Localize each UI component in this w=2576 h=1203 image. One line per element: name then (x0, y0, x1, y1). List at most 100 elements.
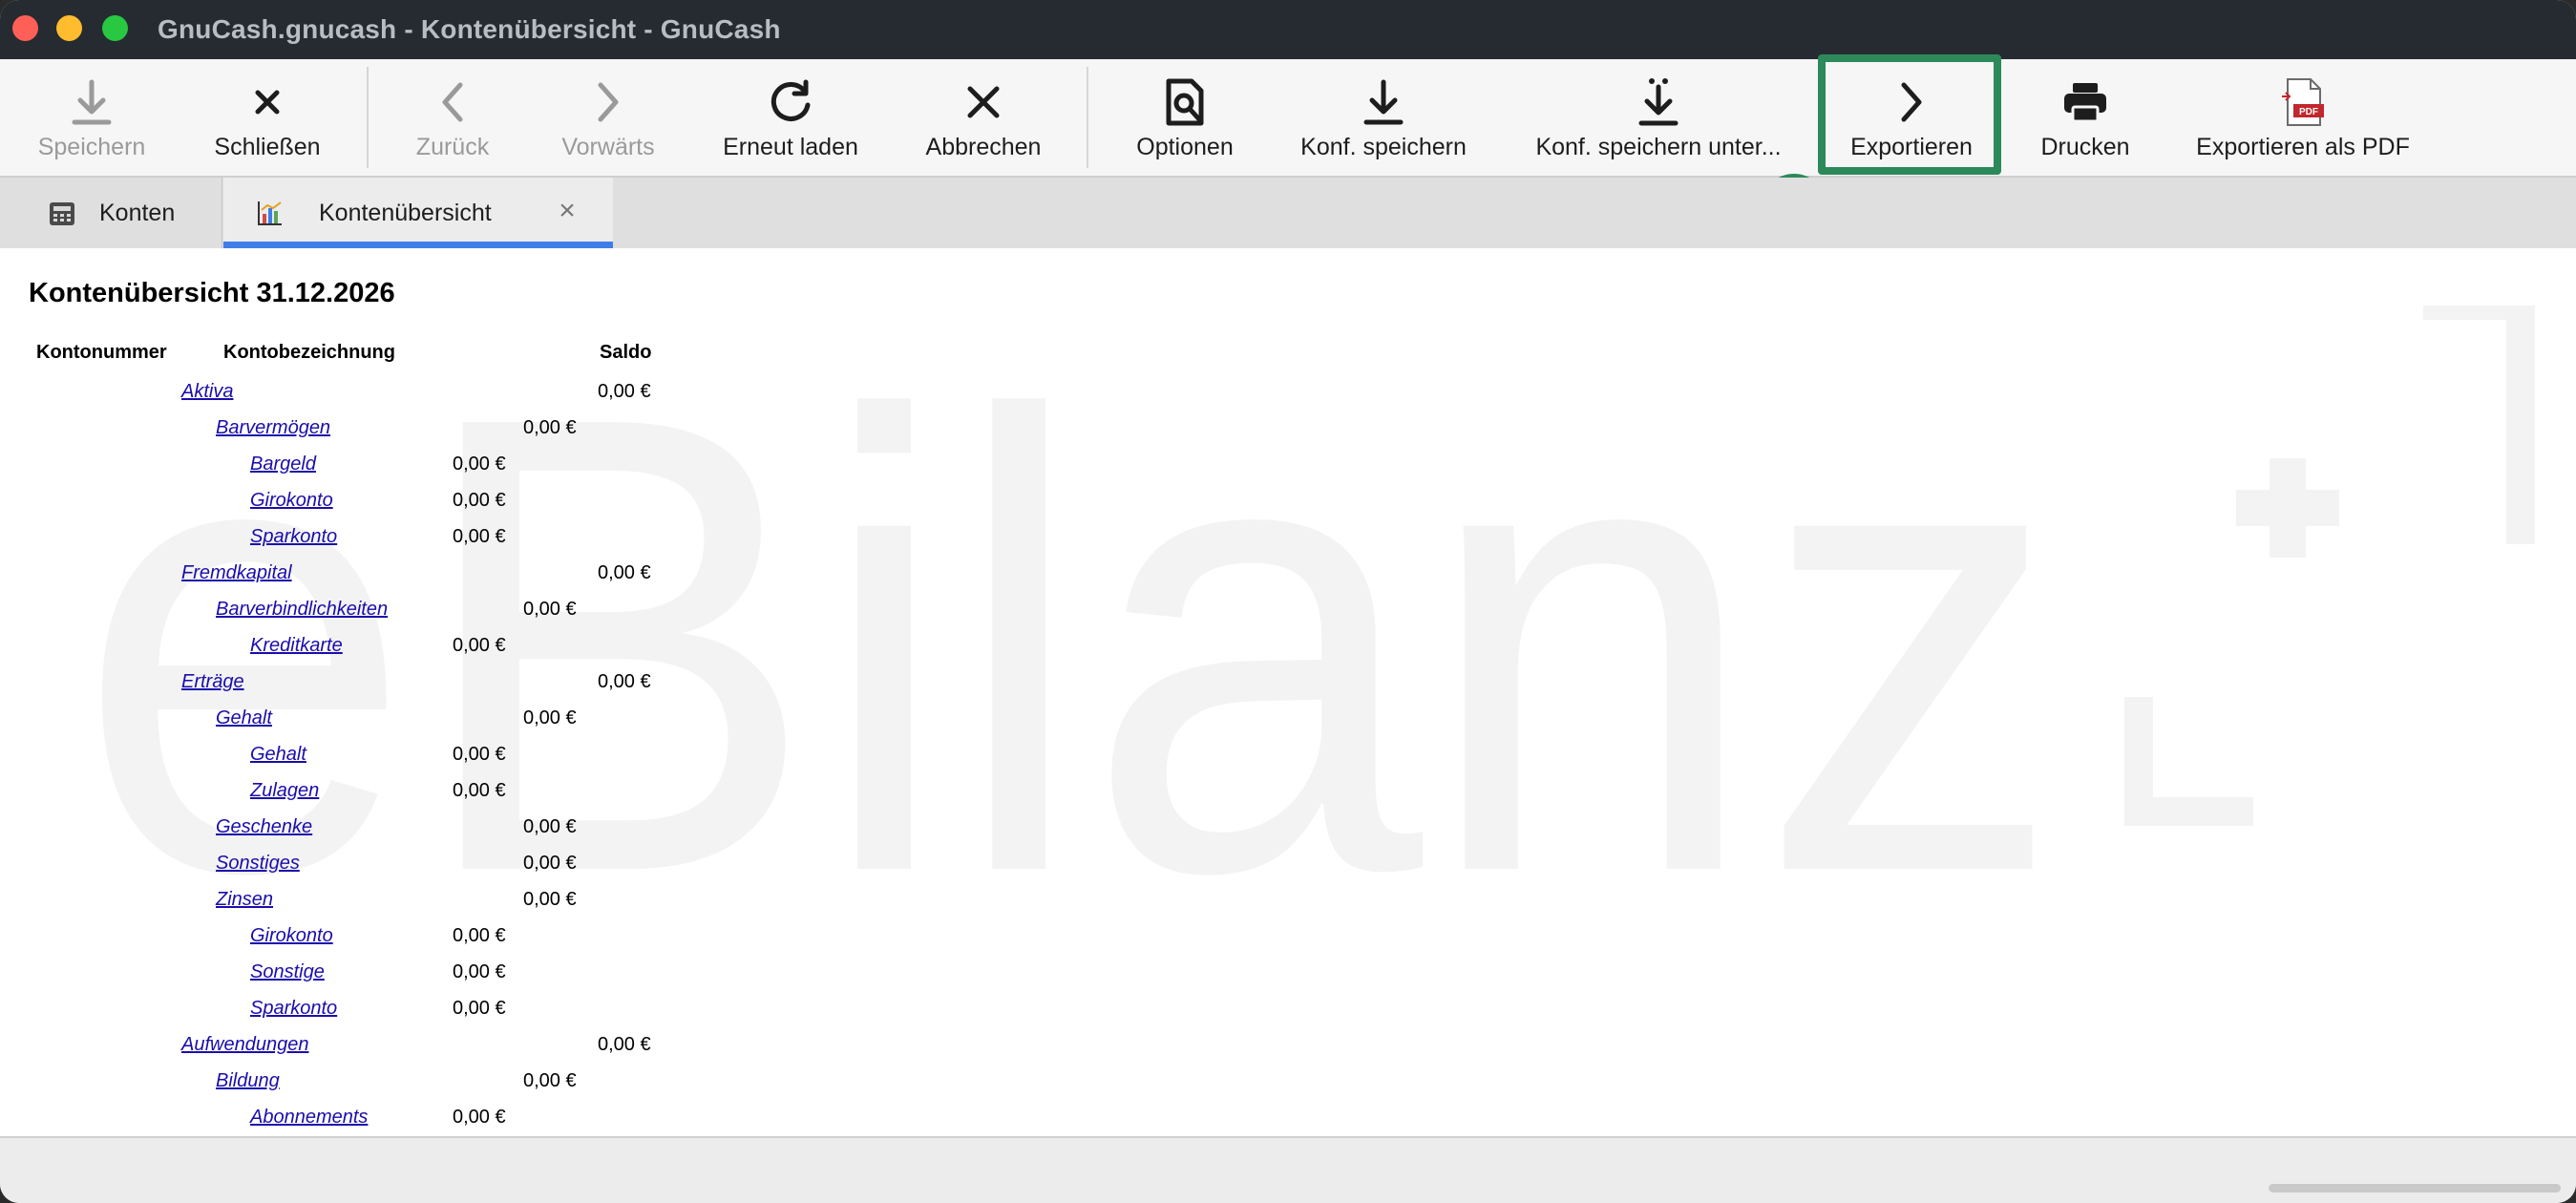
close-icon (239, 73, 296, 132)
tab-account-summary-label: Kontenübersicht (319, 199, 492, 226)
export-highlight-box (1818, 54, 2001, 175)
accounts-icon (48, 199, 76, 227)
save-button[interactable]: Speichern (38, 59, 145, 176)
table-row: Erträge 0,00 € (0, 671, 859, 707)
toolbar: Speichern Schließen Zurück Vorwärts Erne… (0, 59, 2576, 178)
forward-label: Vorwärts (561, 134, 655, 160)
pdf-file-icon: PDF (2274, 73, 2332, 132)
reload-button[interactable]: Erneut laden (720, 59, 861, 176)
minimize-window-button[interactable] (56, 15, 82, 41)
account-balance: 0,00 € (453, 454, 506, 475)
tab-bar: Konten Kontenübersicht × (0, 178, 2576, 248)
status-bar (0, 1136, 2576, 1203)
table-row: Barverbindlichkeiten 0,00 € (0, 599, 859, 635)
account-balance: 0,00 € (453, 961, 506, 982)
export-pdf-label: Exportieren als PDF (2196, 134, 2410, 160)
tab-accounts-label: Konten (99, 199, 176, 226)
account-link[interactable]: Geschenke (216, 816, 312, 838)
export-pdf-button[interactable]: PDF Exportieren als PDF (2196, 59, 2410, 176)
account-link[interactable]: Aufwendungen (181, 1034, 308, 1056)
table-row: Sparkonto 0,00 € (0, 526, 859, 562)
save-config-button[interactable]: Konf. speichern (1299, 59, 1468, 176)
column-header-account-name: Kontobezeichnung (223, 342, 395, 363)
account-link[interactable]: Bargeld (250, 454, 316, 475)
table-row: Aktiva 0,00 € (0, 381, 859, 417)
reload-icon (762, 73, 819, 132)
tab-accounts[interactable]: Konten (0, 178, 222, 248)
save-config-label: Konf. speichern (1300, 134, 1467, 160)
cancel-button[interactable]: Abbrechen (924, 59, 1043, 176)
account-balance: 0,00 € (453, 526, 506, 547)
table-row: Girokonto 0,00 € (0, 925, 859, 961)
account-balance: 0,00 € (523, 707, 577, 728)
cancel-icon (955, 73, 1012, 132)
account-link[interactable]: Aktiva (181, 381, 233, 403)
active-tab-indicator (223, 242, 613, 248)
account-balance: 0,00 € (523, 853, 577, 874)
account-link[interactable]: Barverbindlichkeiten (216, 599, 388, 621)
zoom-window-button[interactable] (102, 15, 128, 41)
tab-account-summary[interactable]: Kontenübersicht × (223, 178, 613, 248)
table-row: Sonstiges 0,00 € (0, 853, 859, 889)
table-row: Fremdkapital 0,00 € (0, 562, 859, 599)
options-button[interactable]: Optionen (1134, 59, 1235, 176)
account-link[interactable]: Kreditkarte (250, 635, 343, 657)
account-balance: 0,00 € (453, 780, 506, 801)
save-config-as-label: Konf. speichern unter... (1535, 134, 1782, 160)
table-row: Abonnements 0,00 € (0, 1107, 859, 1136)
account-link[interactable]: Bildung (216, 1070, 280, 1092)
column-header-account-number: Kontonummer (36, 342, 167, 363)
table-row: Gehalt 0,00 € (0, 744, 859, 780)
account-link[interactable]: Sparkonto (250, 998, 337, 1020)
account-link[interactable]: Erträge (181, 671, 244, 693)
save-config-as-button[interactable]: Konf. speichern unter... (1533, 59, 1784, 176)
account-balance: 0,00 € (598, 671, 651, 692)
forward-button[interactable]: Vorwärts (554, 59, 663, 176)
account-link[interactable]: Sparkonto (250, 526, 337, 548)
account-link[interactable]: Gehalt (216, 707, 272, 729)
table-row: Gehalt 0,00 € (0, 707, 859, 744)
account-balance: 0,00 € (453, 744, 506, 765)
close-window-button[interactable] (12, 15, 38, 41)
app-window: GnuCash.gnucash - Kontenübersicht - GnuC… (0, 0, 2576, 1203)
account-link[interactable]: Sonstige (250, 961, 325, 983)
account-balance: 0,00 € (598, 381, 651, 402)
table-row: Zulagen 0,00 € (0, 780, 859, 816)
download-icon (1355, 73, 1412, 132)
account-link[interactable]: Girokonto (250, 490, 333, 512)
close-button[interactable]: Schließen (210, 59, 325, 176)
horizontal-scrollbar[interactable] (2269, 1184, 2561, 1192)
options-label: Optionen (1136, 134, 1234, 160)
back-button[interactable]: Zurück (401, 59, 504, 176)
svg-text:PDF: PDF (2299, 107, 2318, 117)
chevron-right-icon (580, 73, 637, 132)
table-row: Girokonto 0,00 € (0, 490, 859, 526)
table-row: Bargeld 0,00 € (0, 454, 859, 490)
save-label: Speichern (37, 134, 146, 160)
reload-label: Erneut laden (723, 134, 858, 160)
close-label: Schließen (214, 134, 321, 160)
report-view[interactable]: eBilanz Kontenübersicht 31.12.2026 Konto… (0, 248, 2576, 1136)
account-link[interactable]: Fremdkapital (181, 562, 292, 584)
account-link[interactable]: Abonnements (250, 1107, 368, 1129)
report-chart-icon (256, 199, 285, 227)
account-balance: 0,00 € (523, 417, 577, 438)
account-link[interactable]: Zulagen (250, 780, 319, 802)
print-label: Drucken (2040, 134, 2130, 160)
print-button[interactable]: Drucken (2038, 59, 2133, 176)
table-row: Geschenke 0,00 € (0, 816, 859, 853)
account-link[interactable]: Girokonto (250, 925, 333, 947)
account-link[interactable]: Barvermögen (216, 417, 330, 439)
account-link[interactable]: Zinsen (216, 889, 273, 911)
tab-close-icon[interactable]: × (553, 197, 581, 225)
toolbar-separator (1087, 67, 1088, 168)
cancel-label: Abbrechen (925, 134, 1042, 160)
account-link[interactable]: Sonstiges (216, 853, 300, 875)
account-balance: 0,00 € (523, 889, 577, 910)
account-link[interactable]: Gehalt (250, 744, 306, 766)
table-row: Barvermögen 0,00 € (0, 417, 859, 454)
account-balance: 0,00 € (453, 635, 506, 656)
account-balance: 0,00 € (523, 1070, 577, 1091)
account-balance: 0,00 € (453, 490, 506, 511)
account-balance: 0,00 € (598, 562, 651, 583)
